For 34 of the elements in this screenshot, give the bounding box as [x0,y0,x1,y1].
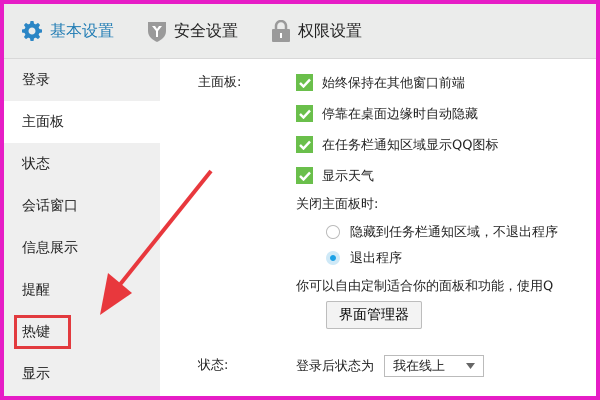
radio-button[interactable] [326,225,340,239]
checkbox[interactable] [296,74,313,91]
option-label: 隐藏到任务栏通知区域，不退出程序 [350,224,558,241]
section-label: 关闭主面板时: [296,196,380,214]
option-label: 显示天气 [322,168,374,184]
checkbox[interactable] [296,136,313,153]
sidebar-item[interactable]: 热键 [4,311,160,353]
option-label: 停靠在桌面边缘时自动隐藏 [322,106,478,122]
caret-icon [466,363,475,369]
sidebar-item[interactable]: 信息展示 [4,227,160,269]
option-label: 在任务栏通知区域显示QQ图标 [322,136,498,154]
section-label: 状态: [198,357,230,375]
field-label: 登录后状态为 [296,358,374,375]
section-label: 主面板: [198,74,242,92]
settings-tab[interactable]: 基本设置 [22,20,114,42]
description-text: 你可以自由定制适合你的面板和功能，使用Q [296,278,554,296]
sidebar-item[interactable]: 会话窗口 [4,185,160,227]
sidebar-item[interactable]: 状态 [4,143,160,185]
settings-tab[interactable]: 安全设置 [148,20,238,42]
shield-icon [148,20,166,42]
lock-icon [272,20,290,42]
option-label: 始终保持在其他窗口前端 [322,74,465,92]
sidebar-item[interactable]: 提醒 [4,269,160,311]
sidebar-item[interactable]: 显示 [4,353,160,395]
sidebar-item[interactable]: 主面板 [4,101,160,143]
interface-manager-button[interactable]: 界面管理器 [326,301,422,329]
highlight-box: 热键 [14,315,71,349]
option-label: 退出程序 [350,250,402,267]
status-dropdown[interactable]: 我在线上 [384,355,484,377]
settings-tab[interactable]: 权限设置 [272,20,362,42]
gear-icon [22,21,42,41]
sidebar-item[interactable]: 登录 [4,59,160,101]
checkbox[interactable] [296,105,313,122]
checkbox[interactable] [296,167,313,184]
